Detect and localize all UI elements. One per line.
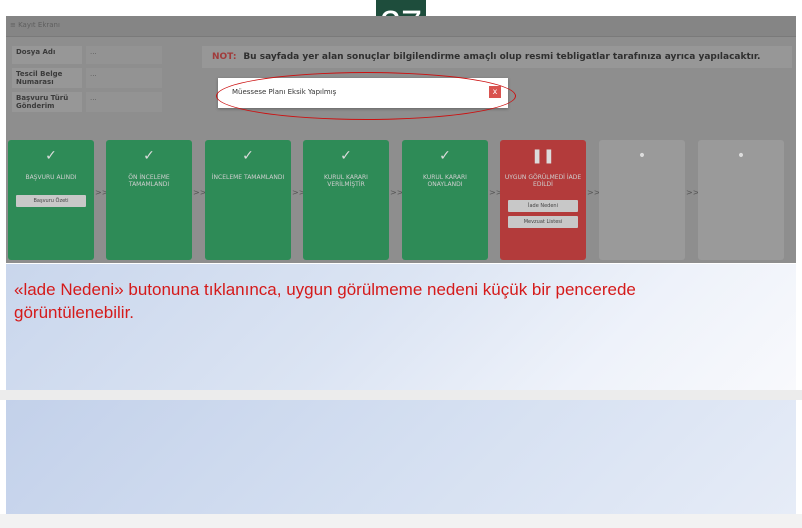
- info-value: ...: [86, 46, 162, 64]
- info-label: Dosya Adı: [12, 46, 82, 64]
- separator: [0, 390, 802, 400]
- info-label: Tescil Belge Numarası: [12, 68, 82, 88]
- application-info-table: Dosya Adı ... Tescil Belge Numarası ... …: [12, 46, 162, 116]
- info-value: ...: [86, 68, 162, 88]
- step-card-rejected: ❚❚ UYGUN GÖRÜLMEDİ İADE EDİLDİ İade Nede…: [500, 140, 586, 260]
- bottom-panel: [6, 400, 796, 514]
- step-card: ✓ KURUL KARARI ONAYLANDI: [402, 140, 488, 260]
- embedded-screenshot: ≡ Kayıt Ekranı Dosya Adı ... Tescil Belg…: [6, 16, 796, 263]
- info-row: Başvuru Türü Gönderim ...: [12, 92, 162, 112]
- dot-icon: •: [637, 148, 647, 164]
- caption-text: «lade Nedeni» butonuna tıklanınca, uygun…: [14, 280, 636, 322]
- step-label: UYGUN GÖRÜLMEDİ İADE EDİLDİ: [504, 174, 582, 188]
- step-label: KURUL KARARI VERİLMİŞTİR: [324, 174, 368, 188]
- step-card-pending: •: [599, 140, 685, 260]
- info-row: Dosya Adı ...: [12, 46, 162, 64]
- info-value: ...: [86, 92, 162, 112]
- info-row: Tescil Belge Numarası ...: [12, 68, 162, 88]
- screenshot-header-title: ≡ Kayıt Ekranı: [10, 21, 60, 29]
- step-label: KURUL KARARI ONAYLANDI: [423, 174, 467, 188]
- screenshot-header: ≡ Kayıt Ekranı: [6, 16, 796, 37]
- step-card: ✓ İNCELEME TAMAMLANDI: [205, 140, 291, 260]
- dot-icon: •: [736, 148, 746, 164]
- info-label: Başvuru Türü Gönderim: [12, 92, 82, 112]
- check-icon: ✓: [439, 148, 451, 164]
- process-steps: ✓ BAŞVURU ALINDI Başvuru Özeti >> ✓ ÖN İ…: [6, 140, 796, 263]
- check-icon: ✓: [242, 148, 254, 164]
- pause-icon: ❚❚: [531, 148, 555, 164]
- note-text: Bu sayfada yer alan sonuçlar bilgilendir…: [243, 52, 761, 62]
- step-card: ✓ BAŞVURU ALINDI Başvuru Özeti: [8, 140, 94, 260]
- return-reason-button[interactable]: İade Nedeni: [508, 200, 578, 212]
- regulation-list-button[interactable]: Mevzuat Listesi: [508, 216, 578, 228]
- note-label: NOT:: [212, 52, 237, 62]
- caption-panel: «lade Nedeni» butonuna tıklanınca, uygun…: [6, 264, 796, 390]
- check-icon: ✓: [340, 148, 352, 164]
- slide: 27 ≡ Kayıt Ekranı Dosya Adı ... Tescil B…: [0, 0, 802, 528]
- step-card-pending: •: [698, 140, 784, 260]
- check-icon: ✓: [143, 148, 155, 164]
- step-card: ✓ ÖN İNCELEME TAMAMLANDI: [106, 140, 192, 260]
- step-card: ✓ KURUL KARARI VERİLMİŞTİR: [303, 140, 389, 260]
- step-label: ÖN İNCELEME TAMAMLANDI: [128, 174, 170, 188]
- step-label: İNCELEME TAMAMLANDI: [211, 174, 285, 181]
- bottom-strip: [0, 514, 802, 528]
- check-icon: ✓: [45, 148, 57, 164]
- highlight-ellipse: [216, 72, 516, 120]
- note-box: NOT: Bu sayfada yer alan sonuçlar bilgil…: [202, 46, 792, 68]
- step-label: BAŞVURU ALINDI: [25, 174, 77, 181]
- summary-button[interactable]: Başvuru Özeti: [16, 195, 86, 207]
